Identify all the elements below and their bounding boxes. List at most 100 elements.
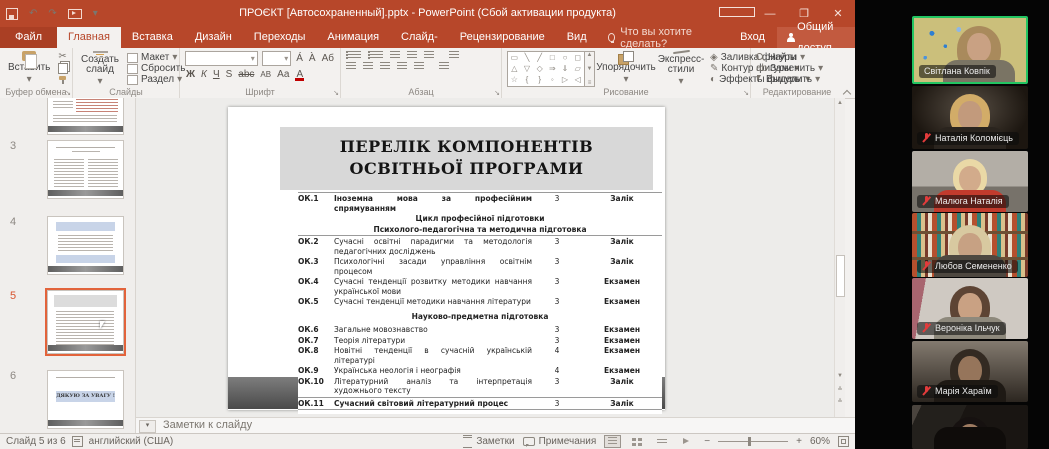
increase-indent-icon[interactable]: [407, 51, 417, 59]
shape-glyph[interactable]: }: [538, 75, 541, 85]
tab-Рецензирование[interactable]: Рецензирование: [449, 27, 556, 48]
shape-glyph[interactable]: ▷: [562, 75, 568, 85]
video-tile-Вероніка Ільчук[interactable]: Вероніка Ільчук: [912, 278, 1028, 339]
slide-title[interactable]: ПЕРЕЛІК КОМПОНЕНТІВ ОСВІТНЬОЇ ПРОГРАМИ: [280, 127, 653, 190]
tab-Вид[interactable]: Вид: [556, 27, 598, 48]
reset-button[interactable]: Сбросить: [127, 63, 185, 74]
thumbnail-slide-3[interactable]: [47, 140, 124, 199]
scroll-up-icon[interactable]: ▲: [835, 100, 845, 106]
tab-Вставка[interactable]: Вставка: [121, 27, 184, 48]
character-spacing-button[interactable]: АВ: [259, 70, 272, 79]
zoom-percentage[interactable]: 60%: [810, 436, 830, 447]
justify-icon[interactable]: [397, 62, 407, 70]
slideshow-view-button[interactable]: [679, 435, 696, 448]
notes-toggle-button[interactable]: Заметки: [463, 435, 514, 448]
scroll-down-icon[interactable]: ▼: [835, 373, 845, 379]
shape-glyph[interactable]: □: [550, 53, 555, 63]
minimize-button[interactable]: —: [753, 8, 787, 20]
scrollbar-thumb[interactable]: [836, 255, 845, 297]
zoom-slider[interactable]: [718, 441, 788, 442]
convert-smartart-icon[interactable]: [439, 62, 449, 70]
text-shadow-button[interactable]: S: [225, 69, 234, 80]
current-slide[interactable]: ПЕРЕЛІК КОМПОНЕНТІВ ОСВІТНЬОЇ ПРОГРАМИ О…: [228, 107, 665, 410]
paragraph-dialog-launcher-icon[interactable]: ↘: [494, 89, 500, 97]
bullets-icon[interactable]: [346, 51, 361, 59]
notes-pane[interactable]: ▾ Заметки к слайду: [136, 417, 855, 434]
vertical-scrollbar[interactable]: ▲ ▼ ≛ ≛: [834, 98, 845, 417]
shape-glyph[interactable]: ◇: [537, 64, 543, 74]
tab-Анимация[interactable]: Анимация: [316, 27, 390, 48]
font-dialog-launcher-icon[interactable]: ↘: [333, 89, 339, 97]
thumbnail-slide-4[interactable]: [47, 216, 124, 275]
format-painter-icon[interactable]: [58, 75, 67, 84]
proofing-icon[interactable]: [72, 436, 83, 447]
align-center-icon[interactable]: [363, 62, 373, 70]
shapes-gallery[interactable]: ▭╲╱□○◻△▽◇⇒⇓▱☆{}◦▷◁: [507, 51, 585, 87]
clear-formatting-icon[interactable]: Аб: [321, 53, 335, 64]
reading-view-button[interactable]: [654, 435, 671, 448]
zoom-in-button[interactable]: +: [796, 436, 802, 447]
shape-glyph[interactable]: △: [511, 64, 517, 74]
decrease-indent-icon[interactable]: [390, 51, 400, 59]
quick-styles-button[interactable]: Экспресс-стили▾: [657, 51, 705, 85]
shape-glyph[interactable]: {: [526, 75, 529, 85]
ribbon-display-options-icon[interactable]: [719, 7, 753, 20]
video-tile-Марія Хараїм[interactable]: Марія Хараїм: [912, 341, 1028, 402]
notes-placeholder[interactable]: Заметки к слайду: [163, 419, 252, 431]
paste-button[interactable]: Вставить▾: [5, 51, 53, 85]
shape-glyph[interactable]: ▭: [511, 53, 519, 63]
tab-Переходы[interactable]: Переходы: [243, 27, 317, 48]
shape-glyph[interactable]: ◦: [551, 75, 554, 85]
change-case-button[interactable]: Аа: [276, 69, 290, 80]
shape-glyph[interactable]: ◻: [574, 53, 581, 63]
normal-view-button[interactable]: [604, 435, 621, 448]
tab-Слайд-шоу[interactable]: Слайд-шоу: [390, 27, 449, 48]
select-button[interactable]: Выделить▾: [756, 74, 823, 85]
notes-collapse-button[interactable]: ▾: [139, 420, 156, 433]
tab-Главная[interactable]: Главная: [57, 27, 121, 48]
tab-Дизайн[interactable]: Дизайн: [184, 27, 243, 48]
shape-glyph[interactable]: ╲: [525, 53, 530, 63]
font-name-select[interactable]: ▾: [185, 51, 258, 66]
cut-icon[interactable]: ✂: [58, 52, 68, 62]
shape-glyph[interactable]: ☆: [511, 75, 518, 85]
fit-slide-to-window-icon[interactable]: [838, 436, 849, 447]
replace-button[interactable]: abЗаменить▾: [756, 63, 823, 74]
collapse-ribbon-icon[interactable]: [843, 88, 851, 96]
tab-file[interactable]: Файл: [0, 27, 57, 48]
shape-glyph[interactable]: ○: [563, 53, 568, 63]
shapes-gallery-scrollbar[interactable]: ▲▼≡: [585, 51, 595, 87]
strikethrough-button[interactable]: abc: [237, 69, 255, 80]
sign-in-button[interactable]: Вход: [728, 27, 777, 48]
italic-button[interactable]: К: [200, 69, 208, 80]
course-table[interactable]: ОК.1Іноземна мова за професійним спрямув…: [298, 191, 662, 414]
tell-me-box[interactable]: Что вы хотите сделать?: [598, 27, 728, 48]
bold-button[interactable]: Ж: [185, 69, 196, 80]
video-tile-Світлана Ковпік[interactable]: Світлана Ковпік: [912, 16, 1028, 84]
shape-glyph[interactable]: ⇓: [562, 64, 569, 74]
video-tile-Любов Семененко[interactable]: Любов Семененко: [912, 213, 1028, 277]
arrange-button[interactable]: Упорядочить▾: [600, 51, 652, 85]
line-spacing-icon[interactable]: [424, 51, 434, 59]
shape-glyph[interactable]: ╱: [537, 53, 542, 63]
previous-slide-icon[interactable]: ≛: [835, 386, 845, 393]
shrink-font-icon[interactable]: А̀: [308, 53, 317, 64]
numbering-icon[interactable]: [368, 51, 383, 59]
shape-glyph[interactable]: ◁: [575, 75, 581, 85]
section-button[interactable]: Раздел▾: [127, 74, 185, 85]
underline-button[interactable]: Ч: [212, 69, 221, 80]
thumbnail-slide-2[interactable]: [47, 98, 124, 135]
share-button[interactable]: Общий доступ: [777, 27, 855, 48]
new-slide-button[interactable]: Создать слайд▾: [78, 51, 122, 85]
video-tile-Малюга Наталія[interactable]: Малюга Наталія: [912, 151, 1028, 212]
columns-icon[interactable]: [414, 62, 424, 70]
video-tile-partial[interactable]: [912, 405, 1028, 449]
comments-toggle-button[interactable]: Примечания: [523, 436, 597, 447]
shape-glyph[interactable]: ▱: [575, 64, 581, 74]
clipboard-dialog-launcher-icon[interactable]: ↘: [65, 89, 71, 97]
thumbnail-slide-5-selected[interactable]: [47, 290, 124, 354]
layout-button[interactable]: Макет▾: [127, 52, 185, 63]
thumbnail-slide-6[interactable]: ДЯКУЮ ЗА УВАГУ !: [47, 370, 124, 429]
find-button[interactable]: Найти: [756, 52, 823, 63]
video-tile-Наталія Коломієць[interactable]: Наталія Коломієць: [912, 86, 1028, 149]
